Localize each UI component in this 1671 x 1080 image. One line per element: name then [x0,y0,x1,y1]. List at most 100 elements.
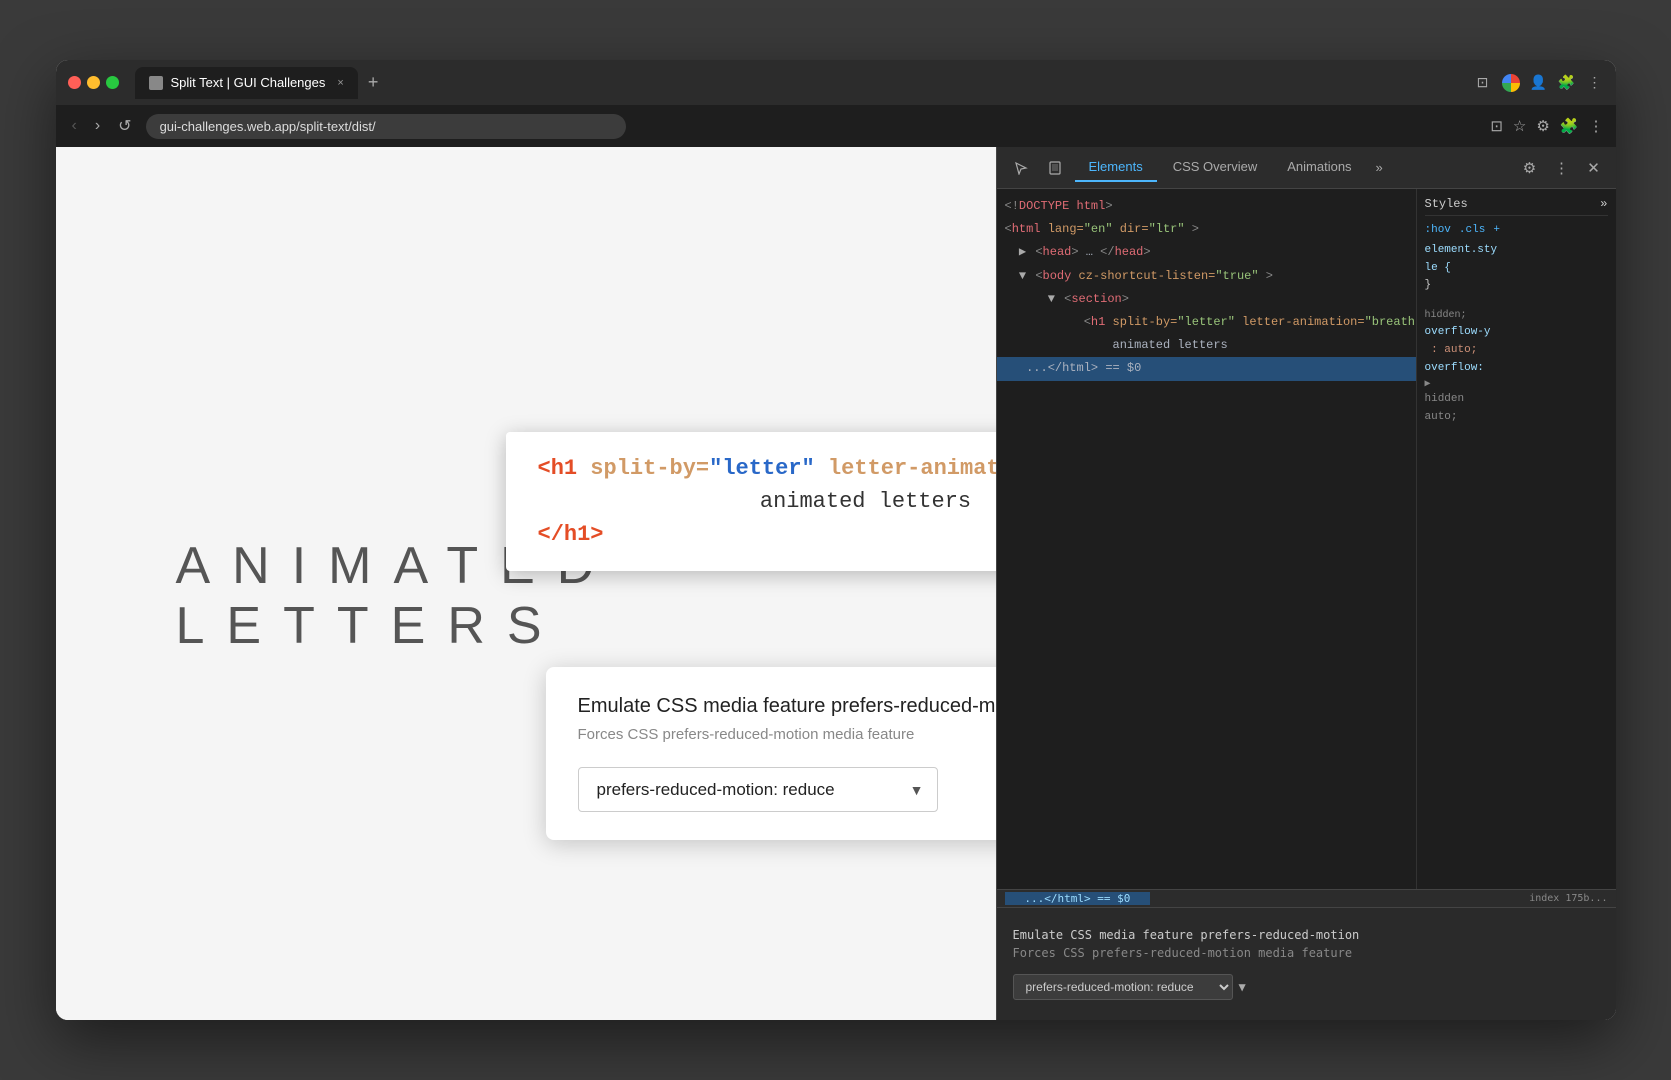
dom-line-body[interactable]: ▼ <body cz-shortcut-listen="true" > [997,265,1416,288]
tab-favicon [149,76,163,90]
active-tab[interactable]: Split Text | GUI Challenges × [135,67,358,99]
settings-icon[interactable]: ⚙ [1536,117,1549,135]
bookmark-icon[interactable]: ☆ [1513,117,1526,135]
dt-footer-subtitle: Forces CSS prefers-reduced-motion media … [1013,946,1600,960]
dom-line-selected[interactable]: ...</html> == $0 [997,357,1416,380]
tab-area: Split Text | GUI Challenges × + [135,67,1466,99]
overflow-name: overflow: [1425,362,1484,374]
triangle-indicator: ▶ [1425,377,1608,391]
styles-panel: Styles » :hov .cls + element.style { } [1416,189,1616,889]
add-style-button[interactable]: + [1493,224,1500,236]
menu-icon[interactable]: ⋮ [1586,74,1604,92]
tab-animations[interactable]: Animations [1273,153,1365,182]
dom-line-h1[interactable]: <h1 split-by="letter" letter-animation="… [997,311,1416,334]
traffic-light-red[interactable] [68,76,81,89]
element-style-label: element.style { [1425,244,1498,274]
new-tab-button[interactable]: + [362,72,385,93]
split-by-attr-name: split-by= [577,456,709,481]
extensions-icon[interactable]: 🧩 [1560,117,1579,135]
close-brace: } [1425,279,1432,291]
tab-elements[interactable]: Elements [1075,153,1157,182]
browser-window: Split Text | GUI Challenges × + ⊡ 👤 🧩 ⋮ … [56,60,1616,1020]
motion-select-wrapper: No emulation prefers-reduced-motion: red… [578,767,938,812]
element-style-rule: element.style { [1425,242,1608,277]
cast-icon[interactable]: ⊡ [1474,74,1492,92]
index-label: index 175b... [1529,893,1607,904]
kebab-menu[interactable]: ⋮ [1589,117,1604,135]
html-selected-indicator: ...</html> == $0 [1005,892,1151,905]
dom-line-head[interactable]: ▶ <head> … </head> [997,241,1416,264]
more-tabs-button[interactable]: » [1368,156,1391,179]
split-by-attr-val: "letter" [709,456,815,481]
dt-select-arrow-icon: ▼ [1239,980,1246,994]
dom-line-animated[interactable]: animated letters [997,334,1416,357]
styles-more[interactable]: » [1600,197,1607,211]
dom-line-section[interactable]: ▼ <section> [997,288,1416,311]
devtools-bg-footer: Emulate CSS media feature prefers-reduce… [997,907,1616,1020]
dt-footer-title: Emulate CSS media feature prefers-reduce… [1013,928,1600,942]
overflow-y-name: overflow-y [1425,326,1491,338]
title-bar-icons: ⊡ 👤 🧩 ⋮ [1474,74,1604,92]
dt-select-row: prefers-reduced-motion: reduce ▼ [1013,974,1600,1000]
dom-line-doctype[interactable]: <!DOCTYPE html> [997,195,1416,218]
tab-close-button[interactable]: × [337,77,343,89]
cursor-tool-icon[interactable] [1007,154,1035,182]
code-popup: <h1 split-by="letter" letter-animation="… [506,432,996,571]
dt-footer-select[interactable]: prefers-reduced-motion: reduce [1013,974,1233,1000]
devtools-bottom-bar: ...</html> == $0 index 175b... [997,889,1616,907]
chrome-icon [1502,74,1520,92]
h1-open-tag: <h1 [538,456,578,481]
overflow-x-prop: hidden; [1425,307,1608,325]
overflow-prop: overflow: [1425,360,1608,378]
back-button[interactable]: ‹ [68,113,81,139]
devtools-tabs: Elements CSS Overview Animations » [1075,153,1512,182]
title-bar: Split Text | GUI Challenges × + ⊡ 👤 🧩 ⋮ [56,60,1616,105]
styles-filter-row: :hov .cls + [1425,224,1608,236]
devtools-close-icon[interactable]: ✕ [1582,156,1606,180]
address-bar: ‹ › ↺ ⊡ ☆ ⚙ 🧩 ⋮ [56,105,1616,147]
code-popup-line1: <h1 split-by="letter" letter-animation="… [538,456,996,481]
traffic-light-green[interactable] [106,76,119,89]
hidden-prop: hidden [1425,391,1608,409]
style-close-brace: } [1425,277,1608,295]
overflow-y-val-prop: : auto; [1425,342,1608,360]
traffic-lights [68,76,119,89]
motion-popup-title: Emulate CSS media feature prefers-reduce… [578,695,996,718]
overflow-x-value: hidden; [1425,310,1467,321]
tab-title: Split Text | GUI Challenges [171,75,326,90]
dom-line-html[interactable]: <html lang="en" dir="ltr" > [997,218,1416,241]
styles-header: Styles » [1425,197,1608,216]
extension-icon[interactable]: 🧩 [1558,74,1576,92]
cast-icon-addr[interactable]: ⊡ [1490,117,1503,135]
motion-select[interactable]: No emulation prefers-reduced-motion: red… [578,767,938,812]
h1-close-tag: </h1> [538,522,604,547]
letter-anim-attr-name: letter-animation= [815,456,996,481]
traffic-light-yellow[interactable] [87,76,100,89]
devtools-body: <!DOCTYPE html> <html lang="en" dir="ltr… [997,189,1616,889]
overflow-y-prop: overflow-y [1425,324,1608,342]
reload-button[interactable]: ↺ [114,112,135,140]
address-input[interactable] [146,114,626,139]
overflow-y-val: : auto; [1425,344,1478,356]
motion-popup: × Emulate CSS media feature prefers-redu… [546,667,996,840]
elements-panel[interactable]: <!DOCTYPE html> <html lang="en" dir="ltr… [997,189,1416,889]
code-popup-text: animated letters [538,489,996,514]
devtools-gear-icon[interactable]: ⚙ [1518,156,1542,180]
styles-label: Styles [1425,197,1468,211]
cls-button[interactable]: .cls [1459,224,1485,236]
webpage: ANIMATED LETTERS <h1 split-by="letter" l… [56,147,996,1020]
tab-css-overview[interactable]: CSS Overview [1159,153,1272,182]
devtools-right-icons: ⚙ ⋮ ✕ [1518,156,1606,180]
hov-button[interactable]: :hov [1425,224,1451,236]
devtools-more-icon[interactable]: ⋮ [1550,156,1574,180]
address-icons: ⊡ ☆ ⚙ 🧩 ⋮ [1490,117,1603,135]
profile-icon[interactable]: 👤 [1530,74,1548,92]
devtools-panel: Elements CSS Overview Animations » ⚙ ⋮ ✕… [996,147,1616,1020]
device-tool-icon[interactable] [1041,154,1069,182]
devtools-toolbar: Elements CSS Overview Animations » ⚙ ⋮ ✕ [997,147,1616,189]
hidden-val: hidden [1425,393,1465,405]
motion-popup-subtitle: Forces CSS prefers-reduced-motion media … [578,726,996,743]
auto-val: auto; [1425,411,1458,423]
auto-prop: auto; [1425,409,1608,427]
forward-button[interactable]: › [91,113,104,139]
